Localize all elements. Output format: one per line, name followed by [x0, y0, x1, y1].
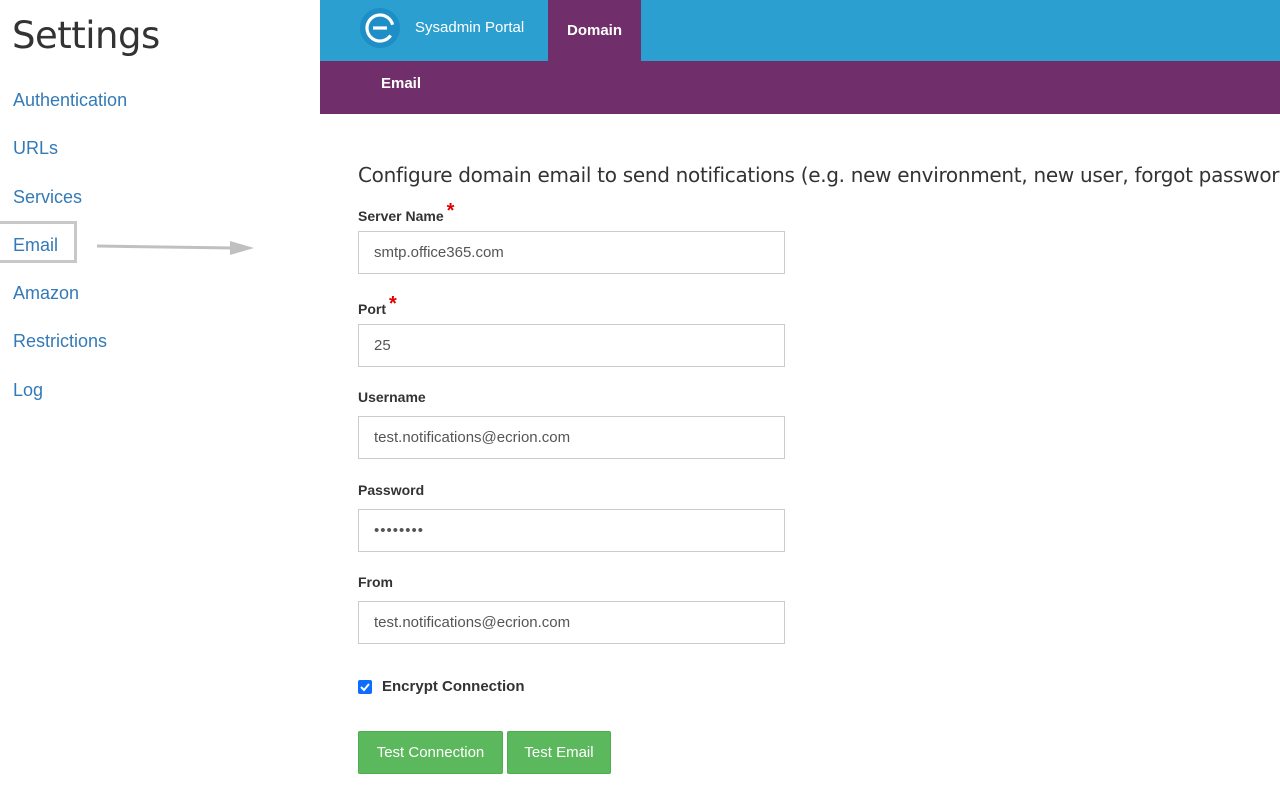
- from-input[interactable]: [358, 601, 785, 644]
- sub-navigation-bar: Email: [320, 61, 1280, 114]
- server-name-label: Server Name *: [358, 200, 454, 227]
- port-label-text: Port: [358, 301, 386, 317]
- password-mask: ••••••••: [374, 522, 425, 539]
- sidebar-item-authentication[interactable]: Authentication: [13, 89, 127, 111]
- tab-domain[interactable]: Domain: [548, 0, 641, 61]
- settings-sidebar: Settings Authentication URLs Services Em…: [0, 0, 320, 787]
- port-input[interactable]: [358, 324, 785, 367]
- subtab-email[interactable]: Email: [381, 75, 421, 92]
- encrypt-connection-label[interactable]: Encrypt Connection: [382, 678, 525, 695]
- ecrion-logo-icon[interactable]: [360, 8, 400, 48]
- sidebar-item-urls[interactable]: URLs: [13, 137, 58, 159]
- password-label: Password: [358, 482, 425, 498]
- sidebar-item-amazon[interactable]: Amazon: [13, 282, 79, 304]
- test-email-button[interactable]: Test Email: [507, 731, 611, 774]
- portal-title[interactable]: Sysadmin Portal: [415, 19, 524, 36]
- from-label: From: [358, 574, 393, 590]
- server-name-input[interactable]: [358, 231, 785, 274]
- sidebar-title: Settings: [12, 14, 160, 57]
- arrow-right-icon: [96, 241, 254, 255]
- sidebar-item-restrictions[interactable]: Restrictions: [13, 330, 107, 352]
- server-name-label-text: Server Name: [358, 208, 444, 224]
- username-input[interactable]: [358, 416, 785, 459]
- encrypt-connection-row: Encrypt Connection: [358, 678, 525, 695]
- password-input[interactable]: ••••••••: [358, 509, 785, 552]
- checkmark-icon: [360, 682, 370, 691]
- required-asterisk: *: [389, 293, 397, 315]
- sidebar-item-email[interactable]: Email: [13, 234, 58, 256]
- encrypt-connection-checkbox[interactable]: [358, 679, 372, 694]
- required-asterisk: *: [446, 200, 455, 222]
- test-connection-button[interactable]: Test Connection: [358, 731, 503, 774]
- top-navigation-bar: Sysadmin Portal Domain: [320, 0, 1280, 61]
- sidebar-item-services[interactable]: Services: [13, 186, 82, 208]
- sidebar-item-log[interactable]: Log: [13, 379, 43, 401]
- form-description: Configure domain email to send notificat…: [358, 163, 1280, 187]
- username-label: Username: [358, 389, 426, 405]
- port-label: Port *: [358, 293, 397, 320]
